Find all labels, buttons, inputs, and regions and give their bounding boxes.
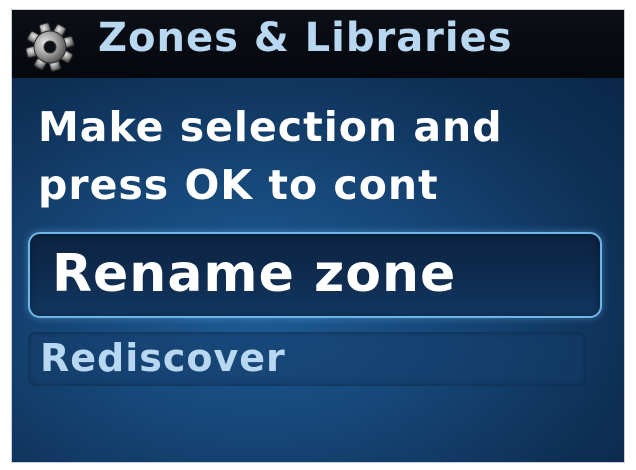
page-title: Zones & Libraries bbox=[98, 15, 513, 61]
title-bar: Zones & Libraries bbox=[12, 10, 624, 78]
instruction-line-2: press OK to cont bbox=[38, 161, 439, 209]
menu-item-rename-zone[interactable]: Rename zone bbox=[28, 232, 602, 318]
instruction-text: Make selection and press OK to cont bbox=[38, 98, 618, 214]
menu-item-rediscover[interactable]: Rediscover bbox=[28, 332, 586, 386]
gear-icon bbox=[25, 22, 75, 72]
screen: Zones & Libraries Make selection and pre… bbox=[12, 10, 624, 462]
instruction-line-1: Make selection and bbox=[38, 103, 503, 151]
